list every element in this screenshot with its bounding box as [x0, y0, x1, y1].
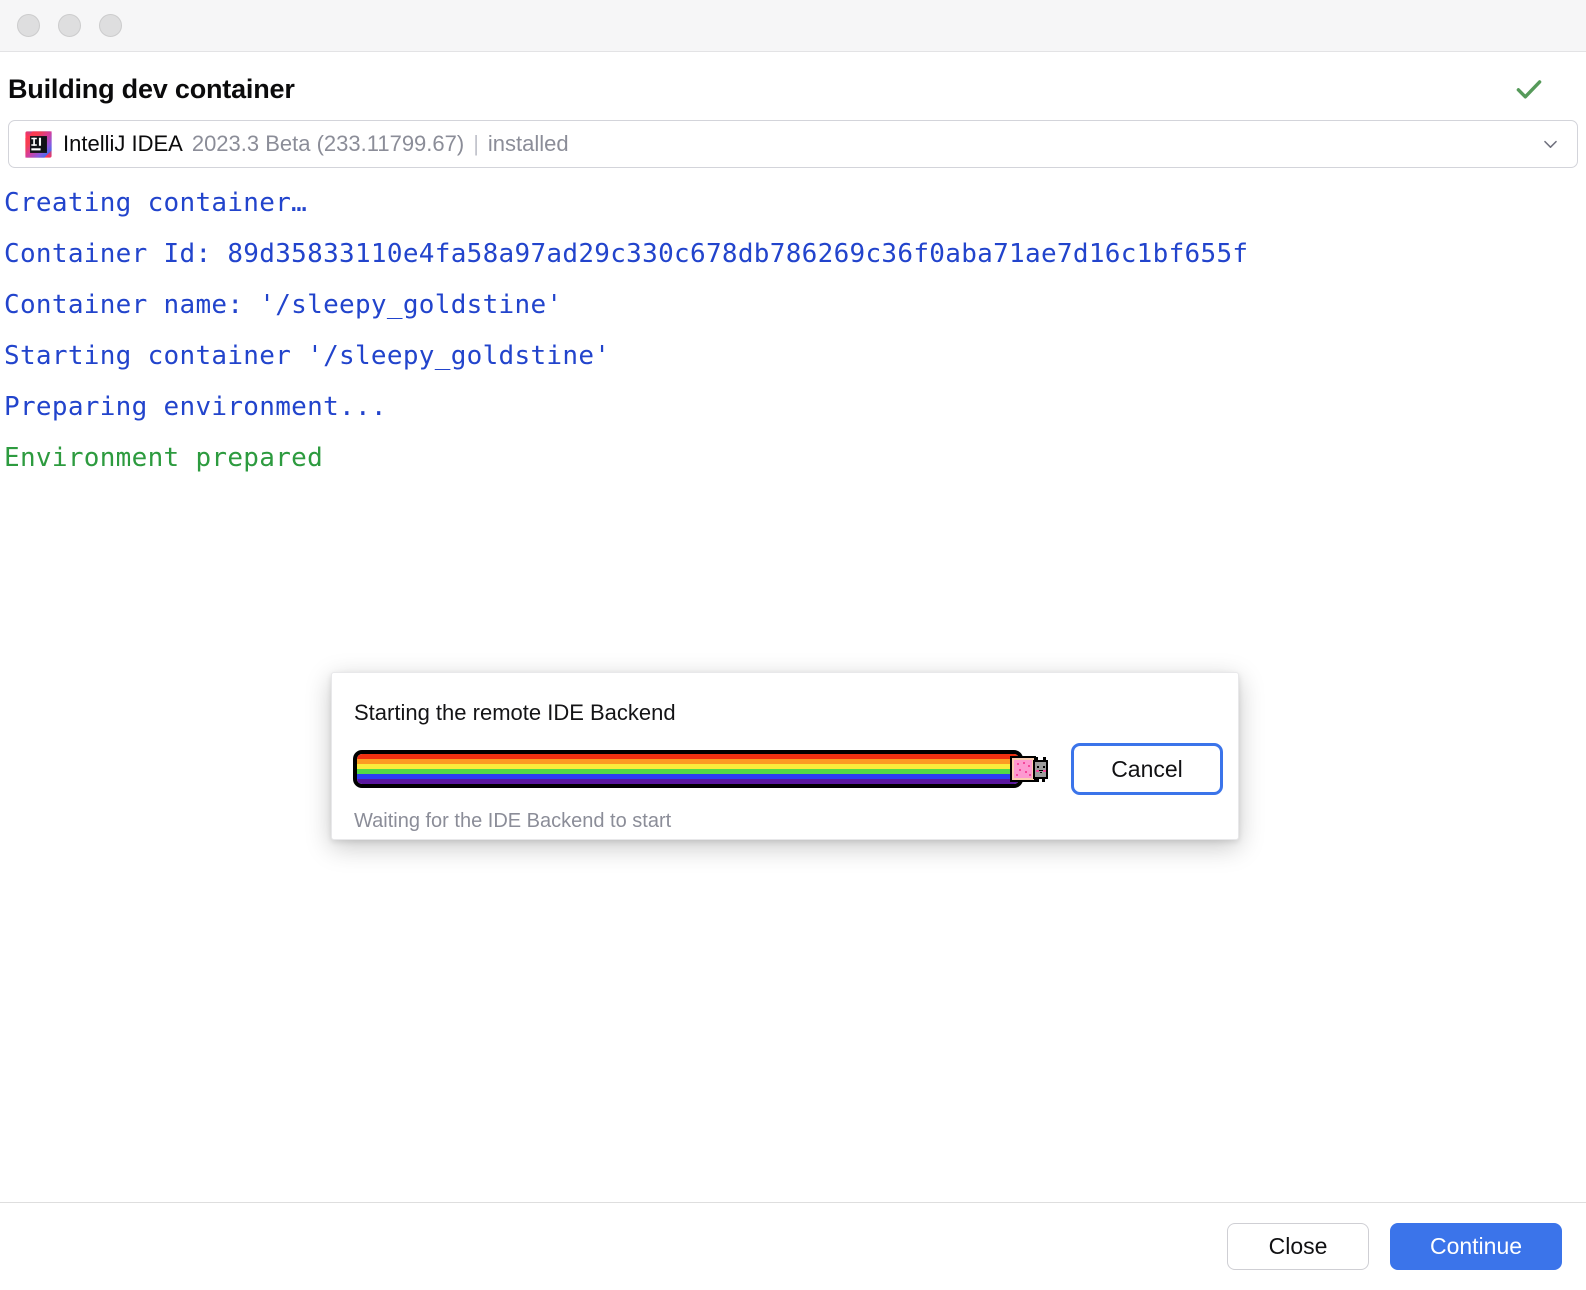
ide-name: IntelliJ IDEA — [63, 131, 183, 156]
window-titlebar — [0, 0, 1586, 52]
chevron-down-icon[interactable] — [1541, 135, 1560, 154]
ide-selector-text: IntelliJ IDEA 2023.3 Beta (233.11799.67)… — [63, 131, 569, 157]
ide-install-status: installed — [487, 131, 569, 156]
log-line: Container Id: 89d35833110e4fa58a97ad29c3… — [4, 239, 1249, 269]
zoom-button[interactable] — [99, 14, 122, 37]
progress-track — [353, 750, 1023, 788]
starting-backend-dialog: Starting the remote IDE Backend Cancel W… — [331, 672, 1239, 840]
rainbow-fill — [357, 754, 1019, 784]
check-icon — [1516, 80, 1542, 99]
dialog-status-text: Waiting for the IDE Backend to start — [354, 810, 672, 832]
ide-separator: | — [473, 131, 479, 156]
page-title: Building dev container — [8, 73, 295, 104]
log-line: Container name: '/sleepy_goldstine' — [4, 290, 563, 320]
traffic-lights — [17, 14, 122, 37]
nyan-cat-icon — [1010, 756, 1048, 782]
log-line: Preparing environment... — [4, 392, 387, 422]
dialog-footer: Close Continue — [0, 1202, 1586, 1290]
close-button[interactable] — [17, 14, 40, 37]
log-line: Creating container… — [4, 188, 308, 218]
dev-container-window: Building dev container IntelliJ IDEA 202… — [0, 0, 1586, 1290]
log-line: Environment prepared — [4, 443, 324, 473]
ide-selector-wrap: IntelliJ IDEA 2023.3 Beta (233.11799.67)… — [0, 106, 1586, 168]
close-button-footer[interactable]: Close — [1227, 1223, 1369, 1270]
header: Building dev container — [0, 52, 1586, 106]
nyan-progress-bar — [353, 750, 1048, 788]
log-line: Starting container '/sleepy_goldstine' — [4, 341, 611, 371]
intellij-idea-icon — [25, 130, 52, 158]
cancel-button[interactable]: Cancel — [1071, 743, 1223, 795]
ide-version: 2023.3 Beta (233.11799.67) — [191, 131, 465, 156]
build-log: Creating container… Container Id: 89d358… — [0, 168, 1586, 1202]
dialog-progress-row: Cancel — [353, 743, 1223, 795]
dialog-title: Starting the remote IDE Backend — [354, 700, 676, 725]
minimize-button[interactable] — [58, 14, 81, 37]
ide-selector[interactable]: IntelliJ IDEA 2023.3 Beta (233.11799.67)… — [8, 120, 1578, 168]
continue-button[interactable]: Continue — [1390, 1223, 1562, 1270]
